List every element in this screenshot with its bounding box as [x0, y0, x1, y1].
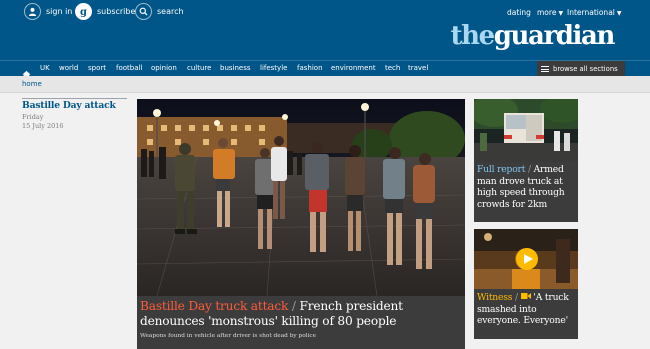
chevron-down-icon: ▼ [558, 10, 564, 17]
user-icon [24, 3, 41, 20]
nav-item-business[interactable]: business [220, 64, 251, 72]
nav-item-lifestyle[interactable]: lifestyle [260, 64, 287, 72]
nav-item-tech[interactable]: tech [385, 64, 400, 72]
section-date: 15 July 2016 [22, 122, 64, 130]
guardian-logo[interactable]: theguardian [450, 20, 616, 52]
search-link[interactable]: search [135, 3, 184, 20]
main-story-kicker: Bastille Day truck attack [140, 299, 289, 313]
main-nav: UK world sport football opinion culture … [0, 60, 650, 79]
svg-text:g: g [80, 7, 87, 17]
side-story-image [474, 229, 578, 289]
search-label: search [157, 7, 184, 16]
logo-guardian: guardian [493, 21, 616, 51]
section-day: Friday [22, 113, 44, 121]
nav-item-sport[interactable]: sport [88, 64, 106, 72]
browse-label: browse all sections [553, 65, 618, 73]
logo-the: the [450, 21, 495, 51]
browse-all-sections-button[interactable]: browse all sections [537, 61, 625, 77]
chevron-down-icon: ▼ [616, 10, 622, 17]
nav-item-culture[interactable]: culture [187, 64, 211, 72]
play-video-icon[interactable] [516, 248, 538, 270]
edition-label: International [567, 8, 615, 17]
nav-item-football[interactable]: football [116, 64, 142, 72]
nav-item-environment[interactable]: environment [331, 64, 376, 72]
section-divider [22, 98, 127, 99]
subscribe-link[interactable]: g subscribe [75, 3, 135, 20]
main-story-headline[interactable]: Bastille Day truck attack / French presi… [140, 299, 462, 329]
side-story-image [474, 99, 578, 162]
hamburger-icon [541, 65, 549, 74]
more-menu[interactable]: more ▼ [537, 8, 563, 17]
masthead: sign in g subscribe search dating more ▼ … [0, 0, 650, 60]
side-story-kicker: Witness [477, 292, 513, 303]
side-story-card[interactable]: Full report / Armed man drove truck at h… [474, 99, 578, 222]
kicker-separator: / [515, 292, 518, 303]
nav-item-world[interactable]: world [59, 64, 78, 72]
kicker-separator: / [527, 164, 531, 175]
more-label: more [537, 8, 557, 17]
guardian-g-icon: g [75, 3, 92, 20]
edition-menu[interactable]: International ▼ [567, 8, 622, 17]
nav-item-fashion[interactable]: fashion [297, 64, 323, 72]
search-icon [135, 3, 152, 20]
breadcrumb-home[interactable]: home [22, 80, 42, 88]
sign-in-link[interactable]: sign in [24, 3, 72, 20]
nav-item-opinion[interactable]: opinion [151, 64, 177, 72]
kicker-separator: / [291, 299, 296, 313]
subscribe-label: subscribe [97, 7, 136, 16]
breadcrumb: home [0, 76, 650, 93]
side-story-headline[interactable]: Full report / Armed man drove truck at h… [477, 164, 575, 210]
side-story-card[interactable]: Witness / 'A truck smashed into everyone… [474, 229, 578, 339]
sign-in-label: sign in [46, 7, 73, 16]
dating-link[interactable]: dating [507, 8, 531, 17]
side-story-headline[interactable]: Witness / 'A truck smashed into everyone… [477, 292, 575, 327]
side-story-kicker: Full report [477, 164, 526, 175]
main-story-image [137, 99, 465, 296]
nav-item-uk[interactable]: UK [40, 64, 50, 72]
nav-item-travel[interactable]: travel [408, 64, 428, 72]
main-story-trail: Weapons found in vehicle after driver is… [140, 333, 317, 339]
main-story-card[interactable]: Bastille Day truck attack / French presi… [137, 99, 465, 349]
section-title[interactable]: Bastille Day attack [22, 100, 116, 111]
video-camera-icon [520, 293, 531, 299]
